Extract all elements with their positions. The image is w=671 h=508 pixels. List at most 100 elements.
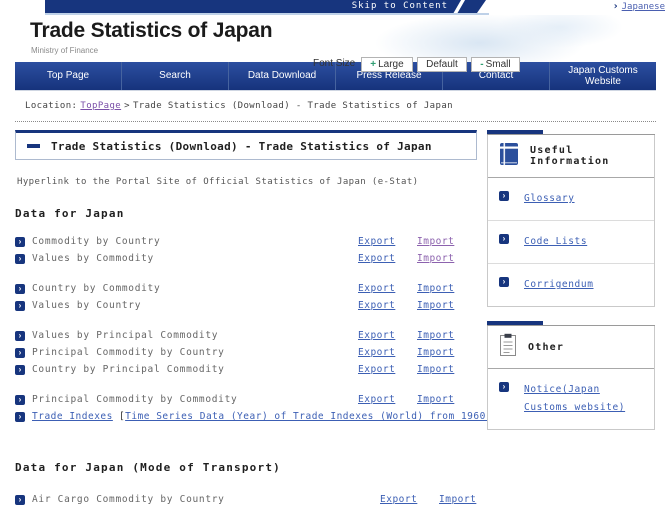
- font-size-buttons: + Large Default - Small: [361, 54, 520, 72]
- notice-japan-customs-website-link[interactable]: Notice(Japan Customs website): [524, 381, 643, 417]
- link-cell: Import: [417, 300, 477, 311]
- nav-item-japan-customs-website[interactable]: Japan Customs Website: [549, 62, 656, 90]
- export-import-links: Export Import: [358, 300, 477, 311]
- sidebar-box-other: Other › Notice(Japan Customs website): [487, 321, 655, 431]
- link-cell: Import: [417, 347, 477, 358]
- skip-to-content-link[interactable]: Skip to Content: [45, 0, 486, 13]
- values-by-principal-commodity-export-link[interactable]: Export: [358, 330, 395, 341]
- link-cell: Import: [417, 330, 477, 341]
- arrow-icon: ›: [15, 236, 25, 247]
- country-by-commodity-export-link[interactable]: Export: [358, 283, 395, 294]
- list-item: › Country by Commodity Export Import: [15, 280, 477, 297]
- glossary-link[interactable]: Glossary: [524, 190, 575, 208]
- nav-item-top-page[interactable]: Top Page: [15, 62, 121, 90]
- arrow-icon: ›: [15, 300, 25, 311]
- link-cell: Export: [380, 494, 439, 505]
- nav-item-search[interactable]: Search: [121, 62, 228, 90]
- code-lists-link[interactable]: Code Lists: [524, 233, 587, 251]
- export-import-links: Export Import: [358, 394, 477, 405]
- principal-commodity-by-commodity-export-link[interactable]: Export: [358, 394, 395, 405]
- list-item: › Principal Commodity by Country Export Imp…: [15, 344, 477, 361]
- breadcrumb-toppage-link[interactable]: TopPage: [80, 101, 121, 111]
- sidebar: Useful Information › Glossary › Code Lists › C…: [487, 130, 655, 444]
- item-label: Commodity by Country: [32, 236, 161, 247]
- export-import-links: Export Import: [358, 330, 477, 341]
- bracket-text: [: [112, 411, 126, 422]
- breadcrumb: Location: TopPage > Trade Statistics (Downl…: [15, 91, 656, 122]
- country-by-principal-commodity-export-link[interactable]: Export: [358, 364, 395, 375]
- arrow-icon: ›: [15, 411, 25, 422]
- link-cell: Import: [417, 283, 477, 294]
- values-by-commodity-import-link[interactable]: Import: [417, 253, 454, 264]
- country-by-principal-commodity-import-link[interactable]: Import: [417, 364, 454, 375]
- principal-commodity-by-country-export-link[interactable]: Export: [358, 347, 395, 358]
- clipboard-icon: [499, 333, 517, 361]
- list-item: › Values by Principal Commodity Export Impo…: [15, 327, 477, 344]
- font-size-small-button[interactable]: - Small: [471, 57, 520, 72]
- air-cargo-commodity-by-country-export-link[interactable]: Export: [380, 494, 417, 505]
- item-label: Principal Commodity by Country: [32, 347, 225, 358]
- estat-hyperlink-note: Hyperlink to the Portal Site of Official…: [17, 177, 419, 187]
- values-by-country-import-link[interactable]: Import: [417, 300, 454, 311]
- section-data-for-japan: Data for Japan › Commodity by Country Expor…: [15, 207, 541, 425]
- sidebar-box-body: Useful Information › Glossary › Code Lists › C…: [487, 135, 655, 308]
- values-by-country-export-link[interactable]: Export: [358, 300, 395, 311]
- export-import-links: Export Import: [358, 364, 477, 375]
- font-size-sign: +: [370, 59, 377, 70]
- row-group: › Air Cargo Commodity by Country Export Imp…: [15, 491, 477, 508]
- air-cargo-commodity-by-country-import-link[interactable]: Import: [439, 494, 476, 505]
- arrow-icon: ›: [15, 283, 25, 294]
- principal-commodity-by-country-import-link[interactable]: Import: [417, 347, 454, 358]
- commodity-by-country-export-link[interactable]: Export: [358, 236, 395, 247]
- row-group: › Commodity by Country Export Import › Values…: [15, 233, 477, 267]
- arrow-icon: ›: [499, 234, 509, 245]
- arrow-icon: ›: [499, 277, 509, 288]
- corrigendum-link[interactable]: Corrigendum: [524, 276, 594, 294]
- breadcrumb-label: Location:: [25, 101, 78, 111]
- link-cell: Import: [417, 394, 477, 405]
- country-by-commodity-import-link[interactable]: Import: [417, 283, 454, 294]
- commodity-by-country-import-link[interactable]: Import: [417, 236, 454, 247]
- sidebar-link-item: › Glossary: [488, 178, 654, 220]
- item-label: Country by Principal Commodity: [32, 364, 225, 375]
- link-cell: Export: [358, 347, 417, 358]
- row-group: › Principal Commodity by Commodity Export I…: [15, 391, 541, 425]
- font-size-large-button[interactable]: + Large: [361, 57, 413, 72]
- sidebar-box-top-rule: [487, 130, 655, 135]
- section-title: Data for Japan (Mode of Transport): [15, 461, 281, 474]
- japanese-link[interactable]: Japanese: [622, 2, 665, 12]
- row-group: › Country by Commodity Export Import › Values…: [15, 280, 477, 314]
- principal-commodity-by-commodity-import-link[interactable]: Import: [417, 394, 454, 405]
- arrow-icon: ›: [15, 364, 25, 375]
- link-cell: Export: [358, 236, 417, 247]
- sidebar-box-header: Useful Information: [488, 135, 654, 178]
- link-cell: Export: [358, 394, 417, 405]
- book-icon: [499, 142, 519, 170]
- skip-to-content-label: Skip to Content: [351, 1, 448, 11]
- list-item: › Principal Commodity by Commodity Export I…: [15, 391, 477, 408]
- dash-icon: [27, 144, 40, 148]
- list-item: › Values by Country Export Import: [15, 297, 477, 314]
- content-area: Trade Statistics (Download) - Trade Stat…: [15, 130, 656, 508]
- font-size-default-button[interactable]: Default: [417, 57, 467, 72]
- sidebar-box-accent-bar: [487, 321, 543, 326]
- values-by-principal-commodity-import-link[interactable]: Import: [417, 330, 454, 341]
- time-series-data-year-of-trade-indexes-world-from-1960-to-2022-link[interactable]: Time Series Data (Year) of Trade Indexes…: [125, 411, 536, 422]
- item-label: Values by Country: [32, 300, 142, 311]
- page-heading: Trade Statistics (Download) - Trade Stat…: [15, 130, 477, 160]
- values-by-commodity-export-link[interactable]: Export: [358, 253, 395, 264]
- sidebar-box-body: Other › Notice(Japan Customs website): [487, 326, 655, 431]
- list-item: › Country by Principal Commodity Export Imp…: [15, 361, 477, 378]
- item-label: Values by Commodity: [32, 253, 154, 264]
- export-import-links: Export Import: [358, 236, 477, 247]
- sidebar-link-item: › Corrigendum: [488, 263, 654, 306]
- trade-indexes-link[interactable]: Trade Indexes: [32, 411, 113, 422]
- export-import-links: Export Import: [358, 347, 477, 358]
- breadcrumb-separator: >: [124, 101, 130, 111]
- link-cell: Import: [417, 253, 477, 264]
- trade-indexes-row: Trade Indexes [Time Series Data (Year) o…: [32, 411, 542, 422]
- sidebar-box-accent-bar: [487, 130, 543, 134]
- link-cell: Export: [358, 253, 417, 264]
- page-heading-text: Trade Statistics (Download) - Trade Stat…: [51, 139, 432, 153]
- page: Skip to Content › Japanese Trade Statist…: [0, 0, 671, 505]
